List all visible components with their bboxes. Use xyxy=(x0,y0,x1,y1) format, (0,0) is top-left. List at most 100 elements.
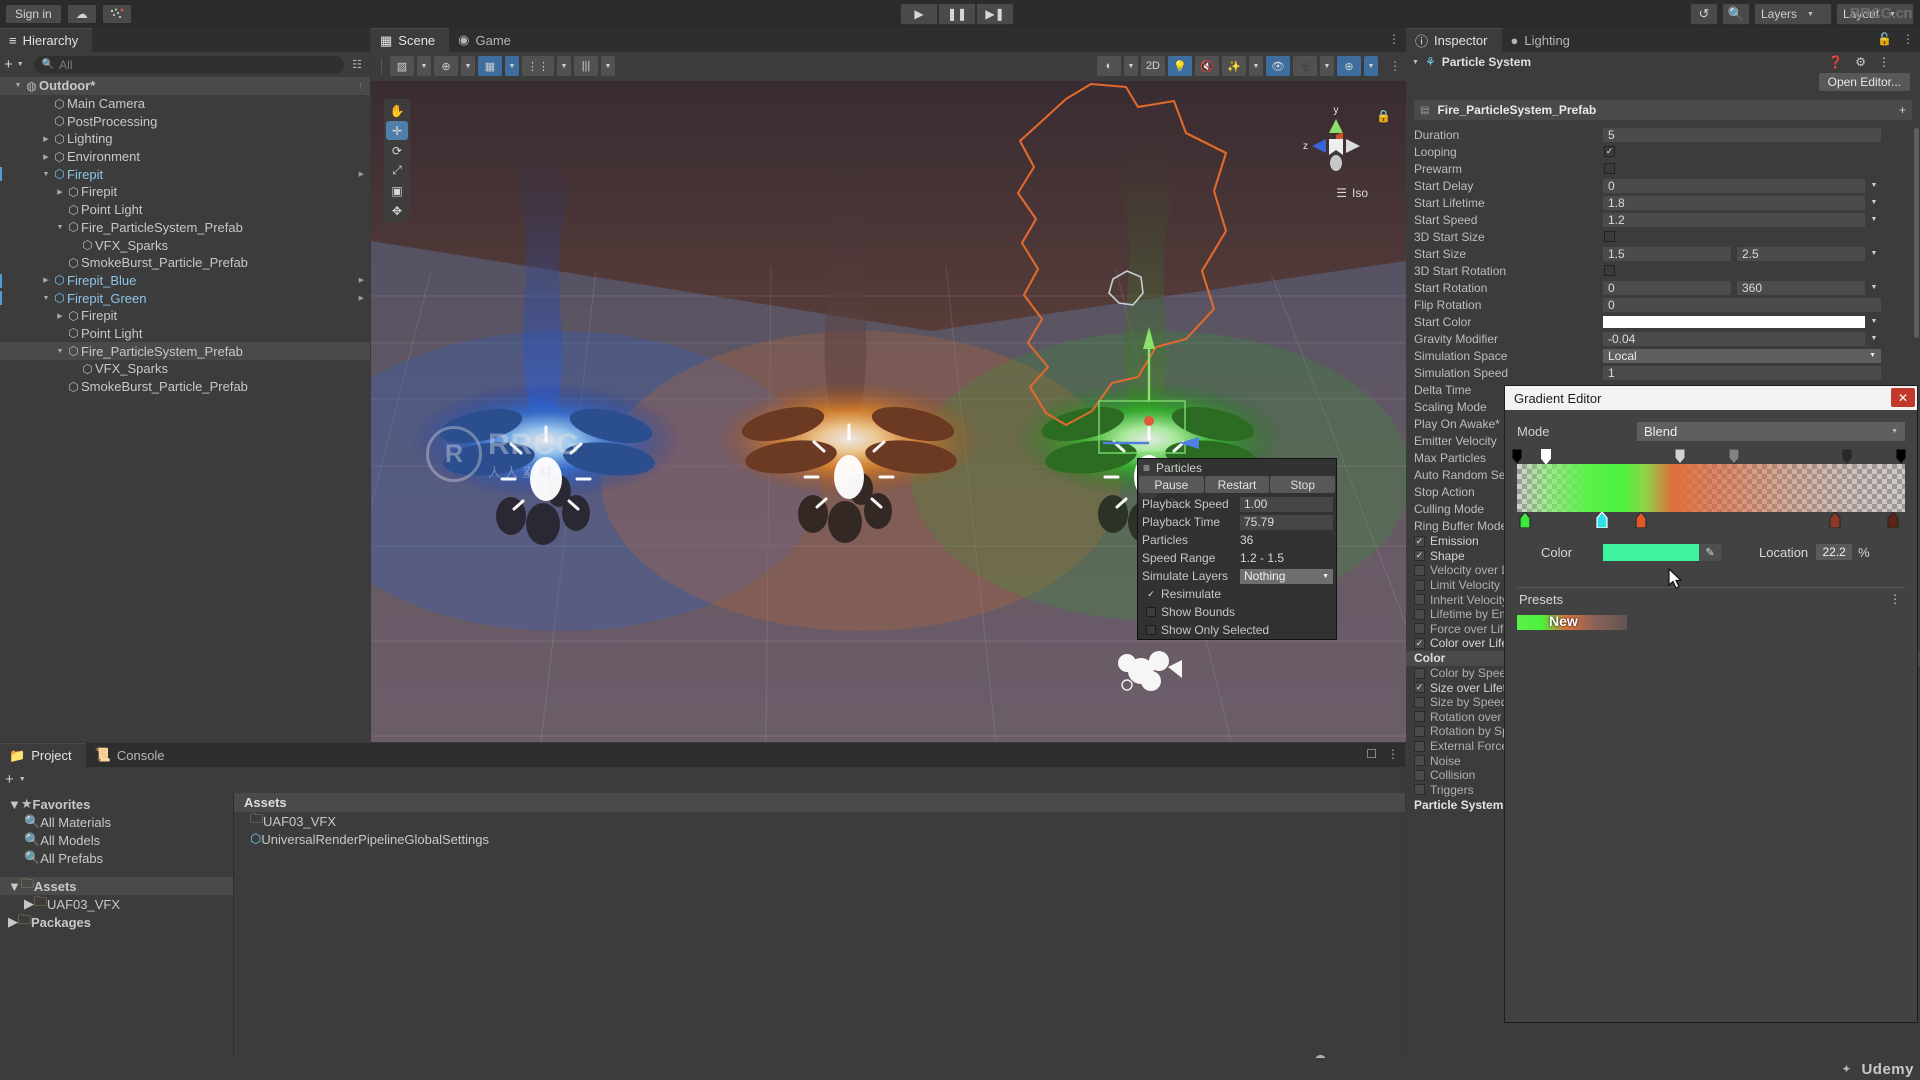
property-input[interactable]: 1.2 xyxy=(1603,212,1865,227)
project-tree-item[interactable]: ▶ 🗀 UAF03_VFX xyxy=(0,894,233,913)
lock-icon[interactable]: 🔒 xyxy=(1376,109,1391,123)
module-checkbox[interactable]: ✓ xyxy=(1414,682,1425,694)
chevron-right-icon[interactable]: ▶ xyxy=(359,294,364,302)
chevron-down-icon[interactable]: ▼ xyxy=(40,295,52,302)
particles-checkbox-row[interactable]: Show Only Selected xyxy=(1138,621,1336,639)
property-input-min[interactable]: 0 xyxy=(1603,280,1731,295)
chevron-down-icon[interactable]: ▼ xyxy=(557,56,571,76)
project-tree-item[interactable]: 🔍 All Models xyxy=(0,831,233,849)
hierarchy-search-input[interactable]: 🔍 All xyxy=(33,55,344,74)
search-icon[interactable]: 🔍 xyxy=(1722,3,1750,25)
module-checkbox[interactable] xyxy=(1414,579,1425,591)
asset-reference-field[interactable]: ▤ Fire_ParticleSystem_Prefab + xyxy=(1414,100,1912,120)
inspector-scrollbar[interactable] xyxy=(1914,128,1919,338)
hand-tool[interactable]: ✋ xyxy=(386,101,408,120)
module-checkbox[interactable] xyxy=(1414,755,1425,767)
hierarchy-item[interactable]: ⬡ PostProcessing xyxy=(0,112,370,130)
hierarchy-item[interactable]: ⬡ VFX_Sparks xyxy=(0,236,370,254)
grid-visibility[interactable]: ⋮⋮ xyxy=(522,56,554,76)
property-input[interactable]: 1.8 xyxy=(1603,195,1865,210)
chevron-down-icon[interactable]: ▼ xyxy=(461,56,475,76)
gradient-alpha-key[interactable] xyxy=(1540,448,1552,465)
module-checkbox[interactable] xyxy=(1414,667,1425,679)
tab-console[interactable]: 📜 Console xyxy=(85,743,179,767)
property-input[interactable]: 0 xyxy=(1603,297,1881,312)
particles-row-value[interactable]: 75.79 xyxy=(1240,514,1333,530)
restart-button[interactable]: Restart xyxy=(1204,476,1270,493)
chevron-down-icon[interactable]: ▼ xyxy=(1123,56,1138,76)
chevron-down-icon[interactable]: ▼ xyxy=(54,224,66,231)
toggle-2d[interactable]: 2D xyxy=(1140,56,1165,76)
scene-audio[interactable]: 🔇 xyxy=(1195,56,1219,76)
module-checkbox[interactable] xyxy=(1414,594,1425,606)
gradient-alpha-key[interactable] xyxy=(1895,448,1907,465)
gradient-color-key[interactable] xyxy=(1596,511,1608,529)
module-checkbox[interactable]: ✓ xyxy=(1414,535,1425,547)
magic-wand-icon[interactable]: ✦ xyxy=(1841,1062,1851,1076)
hierarchy-item[interactable]: ▼ ⬡ Firepit ▶ xyxy=(0,165,370,183)
chevron-down-icon[interactable]: ▼ xyxy=(1869,182,1879,189)
gradient-color-key[interactable] xyxy=(1829,511,1841,529)
kebab-menu-icon[interactable]: ⋮ xyxy=(1388,32,1400,46)
hierarchy-item[interactable]: ▼ ⬡ Fire_ParticleSystem_Prefab xyxy=(0,219,370,237)
hierarchy-item[interactable]: ▼ ⬡ Firepit_Green ▶ xyxy=(0,289,370,307)
chevron-down-icon[interactable]: ▼ xyxy=(8,797,21,812)
hierarchy-item[interactable]: ▼ ⬡ Fire_ParticleSystem_Prefab xyxy=(0,342,370,360)
grid-snap[interactable]: ▦ xyxy=(478,56,502,76)
gradient-alpha-key[interactable] xyxy=(1511,448,1523,465)
project-tree-item[interactable] xyxy=(0,867,233,877)
close-icon[interactable]: ✕ xyxy=(1891,388,1915,407)
hierarchy-item[interactable]: ⬡ Main Camera xyxy=(0,95,370,113)
tab-project[interactable]: 📁 Project xyxy=(0,743,86,767)
kebab-menu-icon[interactable]: ⋮ xyxy=(1389,59,1401,73)
scene-orientation-gizmo[interactable]: y z xyxy=(1296,101,1376,181)
move-tool[interactable]: ✛ xyxy=(386,121,408,140)
scale-tool[interactable]: ⤢ xyxy=(386,161,408,180)
property-input-max[interactable]: 2.5 xyxy=(1737,246,1865,261)
chevron-down-icon[interactable]: ▼ xyxy=(1869,284,1879,291)
chevron-down-icon[interactable]: ▼ xyxy=(8,879,21,894)
property-checkbox[interactable]: ✓ xyxy=(1604,146,1615,157)
lock-icon[interactable]: 🔓 xyxy=(1877,32,1892,46)
drag-handle-icon[interactable]: ≡ xyxy=(1143,461,1150,475)
gradient-alpha-key[interactable] xyxy=(1841,448,1853,465)
project-asset-item[interactable]: ⬡ UniversalRenderPipelineGlobalSettings xyxy=(234,830,1405,848)
kebab-menu-icon[interactable]: ⋮ xyxy=(357,82,364,90)
chevron-down-icon[interactable]: ▼ xyxy=(417,56,431,76)
property-checkbox[interactable] xyxy=(1604,265,1615,276)
particles-row-dropdown[interactable]: Nothing ▼ xyxy=(1240,568,1333,584)
chevron-down-icon[interactable]: ▼ xyxy=(17,61,24,68)
chevron-down-icon[interactable]: ▼ xyxy=(1869,199,1879,206)
undo-history-icon[interactable]: ↺ xyxy=(1690,3,1718,25)
gradient-location-input[interactable]: 22.2 xyxy=(1816,544,1853,560)
hierarchy-item[interactable]: ▶ ⬡ Firepit xyxy=(0,183,370,201)
property-input-max[interactable]: 360 xyxy=(1737,280,1865,295)
hierarchy-item[interactable]: ⬡ Point Light xyxy=(0,201,370,219)
particles-checkbox-row[interactable]: Show Bounds xyxy=(1138,603,1336,621)
hierarchy-item[interactable]: ▼ ◍ Outdoor* ⋮ xyxy=(0,77,370,95)
chevron-right-icon[interactable]: ▶ xyxy=(24,896,34,912)
module-checkbox[interactable] xyxy=(1414,623,1425,635)
hierarchy-item[interactable]: ⬡ SmokeBurst_Particle_Prefab xyxy=(0,254,370,272)
tab-lighting[interactable]: ● Lighting xyxy=(1501,28,1584,52)
chevron-down-icon[interactable]: ▼ xyxy=(1249,56,1263,76)
preset-swatch[interactable]: New xyxy=(1517,613,1627,630)
property-input[interactable]: 0 xyxy=(1603,178,1865,193)
component-tools[interactable]: ||| xyxy=(574,56,598,76)
particles-checkbox-row[interactable]: ✓ Resimulate xyxy=(1138,585,1336,603)
chevron-down-icon[interactable]: ▼ xyxy=(1364,56,1378,76)
kebab-menu-icon[interactable]: ⋮ xyxy=(1878,55,1890,69)
chevron-down-icon[interactable]: ▼ xyxy=(54,348,66,355)
tab-game[interactable]: ◉ Game xyxy=(449,28,525,52)
gradient-alpha-key[interactable] xyxy=(1674,448,1686,465)
checkbox[interactable] xyxy=(1146,625,1156,635)
cloud-icon[interactable]: ☁ xyxy=(66,4,97,24)
hidden-objects[interactable]: 👁 xyxy=(1266,56,1290,76)
checkbox[interactable] xyxy=(1146,607,1156,617)
property-dropdown[interactable]: Local ▼ xyxy=(1603,348,1881,363)
property-input[interactable]: -0.04 xyxy=(1603,331,1865,346)
module-checkbox[interactable] xyxy=(1414,769,1425,781)
sign-in-button[interactable]: Sign in xyxy=(5,4,62,24)
eyedropper-icon[interactable]: ✎ xyxy=(1699,543,1721,561)
hierarchy-item[interactable]: ▶ ⬡ Firepit xyxy=(0,307,370,325)
